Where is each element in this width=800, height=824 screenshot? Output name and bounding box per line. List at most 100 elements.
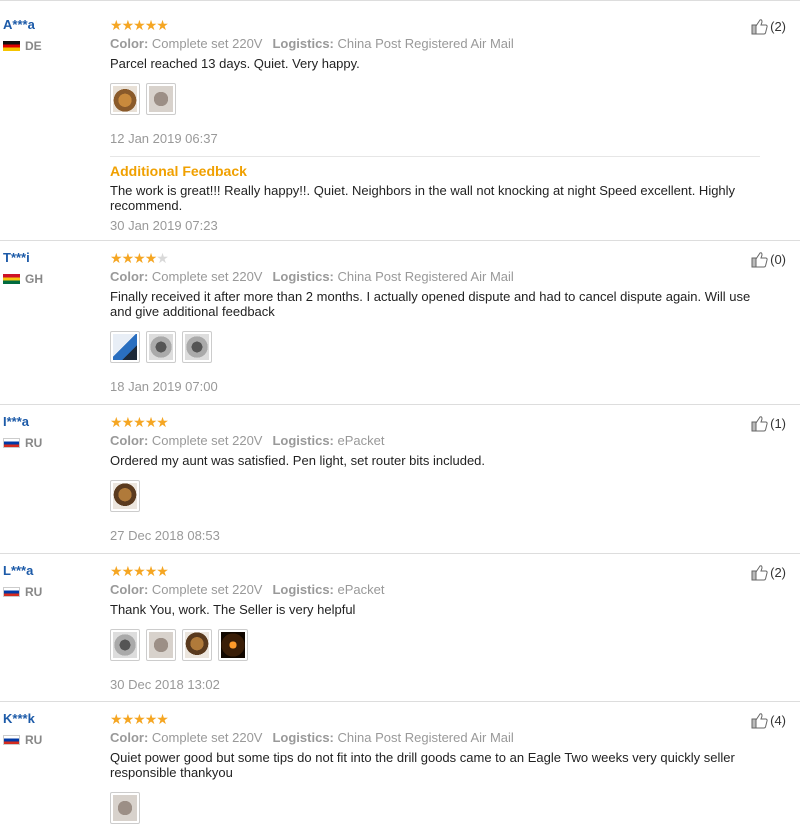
logistics-label: Logistics:: [272, 433, 334, 448]
review-text: Parcel reached 13 days. Quiet. Very happ…: [110, 56, 360, 71]
star-filled-icon: ★: [110, 414, 123, 430]
star-filled-icon: ★: [110, 17, 123, 33]
buyer-country: DE: [3, 39, 42, 53]
color-label: Color:: [110, 730, 149, 745]
star-filled-icon: ★: [144, 414, 158, 430]
star-filled-icon: ★: [121, 250, 135, 266]
review-photo-thumbnail[interactable]: [182, 331, 212, 363]
country-flag-icon: [3, 41, 20, 51]
review-date: 12 Jan 2019 06:37: [110, 131, 218, 146]
review-photo-thumbnail[interactable]: [146, 629, 176, 661]
review-photos: [110, 83, 760, 115]
buyer-name: T***i: [3, 250, 30, 265]
star-filled-icon: ★: [110, 711, 123, 727]
logistics-value: ePacket: [337, 433, 385, 448]
star-filled-icon: ★: [156, 711, 169, 727]
helpful-button[interactable]: (4): [751, 712, 786, 729]
color-label: Color:: [110, 269, 149, 284]
order-info: Color: Complete set 220V Logistics: China…: [110, 730, 760, 746]
additional-feedback-text: The work is great!!! Really happy!!. Qui…: [110, 183, 736, 213]
star-rating: ★★★★★: [110, 18, 760, 32]
review-text: Ordered my aunt was satisfied. Pen light…: [110, 453, 486, 468]
helpful-button[interactable]: (0): [751, 251, 786, 268]
star-filled-icon: ★: [133, 711, 146, 727]
review-photo-thumbnail[interactable]: [146, 331, 176, 363]
additional-feedback: Additional Feedback The work is great!!! …: [110, 156, 760, 233]
country-flag-icon: [3, 587, 20, 597]
star-filled-icon: ★: [121, 414, 135, 430]
logistics-value: China Post Registered Air Mail: [337, 730, 514, 745]
country-flag-icon: [3, 438, 20, 448]
color-label: Color:: [110, 433, 149, 448]
review-photo-thumbnail[interactable]: [110, 83, 140, 115]
buyer-name: A***a: [3, 17, 35, 32]
order-info: Color: Complete set 220V Logistics: ePack…: [110, 433, 760, 449]
thumbs-up-icon: [751, 564, 768, 581]
star-filled-icon: ★: [121, 17, 135, 33]
star-rating: ★★★★★: [110, 712, 760, 726]
logistics-value: China Post Registered Air Mail: [337, 269, 514, 284]
review-photo-thumbnail[interactable]: [110, 480, 140, 512]
star-filled-icon: ★: [121, 563, 135, 579]
helpful-count: (2): [770, 19, 786, 34]
order-info: Color: Complete set 220V Logistics: China…: [110, 36, 760, 52]
helpful-count: (4): [770, 713, 786, 728]
color-value: Complete set 220V: [151, 269, 263, 284]
buyer-info: I***a RU: [3, 414, 42, 450]
reviews-list: A***a DE ★★★★★ Color: Complete set 220V Logi…: [0, 0, 800, 824]
review-body: ★★★★★ Color: Complete set 220V Logistics: …: [110, 18, 760, 233]
review-photo-thumbnail[interactable]: [146, 83, 176, 115]
thumbs-up-icon: [751, 18, 768, 35]
review-text: Finally received it after more than 2 mo…: [110, 289, 751, 319]
review-photo-thumbnail[interactable]: [182, 629, 212, 661]
star-filled-icon: ★: [110, 563, 123, 579]
color-value: Complete set 220V: [151, 582, 263, 597]
country-flag-icon: [3, 735, 20, 745]
star-rating: ★★★★★: [110, 251, 760, 265]
review-photos: [110, 480, 760, 512]
star-rating: ★★★★★: [110, 415, 760, 429]
review-date: 30 Dec 2018 13:02: [110, 677, 220, 692]
review-body: ★★★★★ Color: Complete set 220V Logistics: …: [110, 564, 760, 692]
review-body: ★★★★★ Color: Complete set 220V Logistics: …: [110, 251, 760, 394]
buyer-info: K***k RU: [3, 711, 42, 747]
color-value: Complete set 220V: [151, 36, 263, 51]
country-code: DE: [25, 39, 42, 53]
review-date: 27 Dec 2018 08:53: [110, 528, 220, 543]
star-filled-icon: ★: [144, 711, 158, 727]
buyer-country: GH: [3, 272, 43, 286]
helpful-button[interactable]: (2): [751, 564, 786, 581]
review-photo-thumbnail[interactable]: [218, 629, 248, 661]
review-photo-thumbnail[interactable]: [110, 629, 140, 661]
buyer-name: L***a: [3, 563, 34, 578]
review-photo-thumbnail[interactable]: [110, 792, 140, 824]
review-body: ★★★★★ Color: Complete set 220V Logistics: …: [110, 415, 760, 543]
country-code: GH: [25, 272, 43, 286]
star-filled-icon: ★: [133, 17, 146, 33]
star-filled-icon: ★: [156, 414, 169, 430]
color-label: Color:: [110, 36, 149, 51]
star-empty-icon: ★: [156, 250, 169, 266]
order-info: Color: Complete set 220V Logistics: China…: [110, 269, 760, 285]
buyer-country: RU: [3, 585, 42, 599]
helpful-button[interactable]: (1): [751, 415, 786, 432]
review-divider: [0, 553, 800, 554]
review-photo-thumbnail[interactable]: [110, 331, 140, 363]
thumbs-up-icon: [751, 712, 768, 729]
star-filled-icon: ★: [144, 563, 158, 579]
country-flag-icon: [3, 274, 20, 284]
review-photos: [110, 629, 760, 661]
star-filled-icon: ★: [156, 563, 169, 579]
review-photos: [110, 792, 760, 824]
country-code: RU: [25, 585, 43, 599]
star-filled-icon: ★: [144, 250, 158, 266]
logistics-label: Logistics:: [272, 582, 334, 597]
review-date: 18 Jan 2019 07:00: [110, 379, 218, 394]
helpful-count: (0): [770, 252, 786, 267]
review-body: ★★★★★ Color: Complete set 220V Logistics: …: [110, 712, 760, 824]
helpful-button[interactable]: (2): [751, 18, 786, 35]
review-divider: [0, 240, 800, 241]
buyer-name: K***k: [3, 711, 35, 726]
additional-feedback-date: 30 Jan 2019 07:23: [110, 218, 218, 233]
star-filled-icon: ★: [144, 17, 158, 33]
